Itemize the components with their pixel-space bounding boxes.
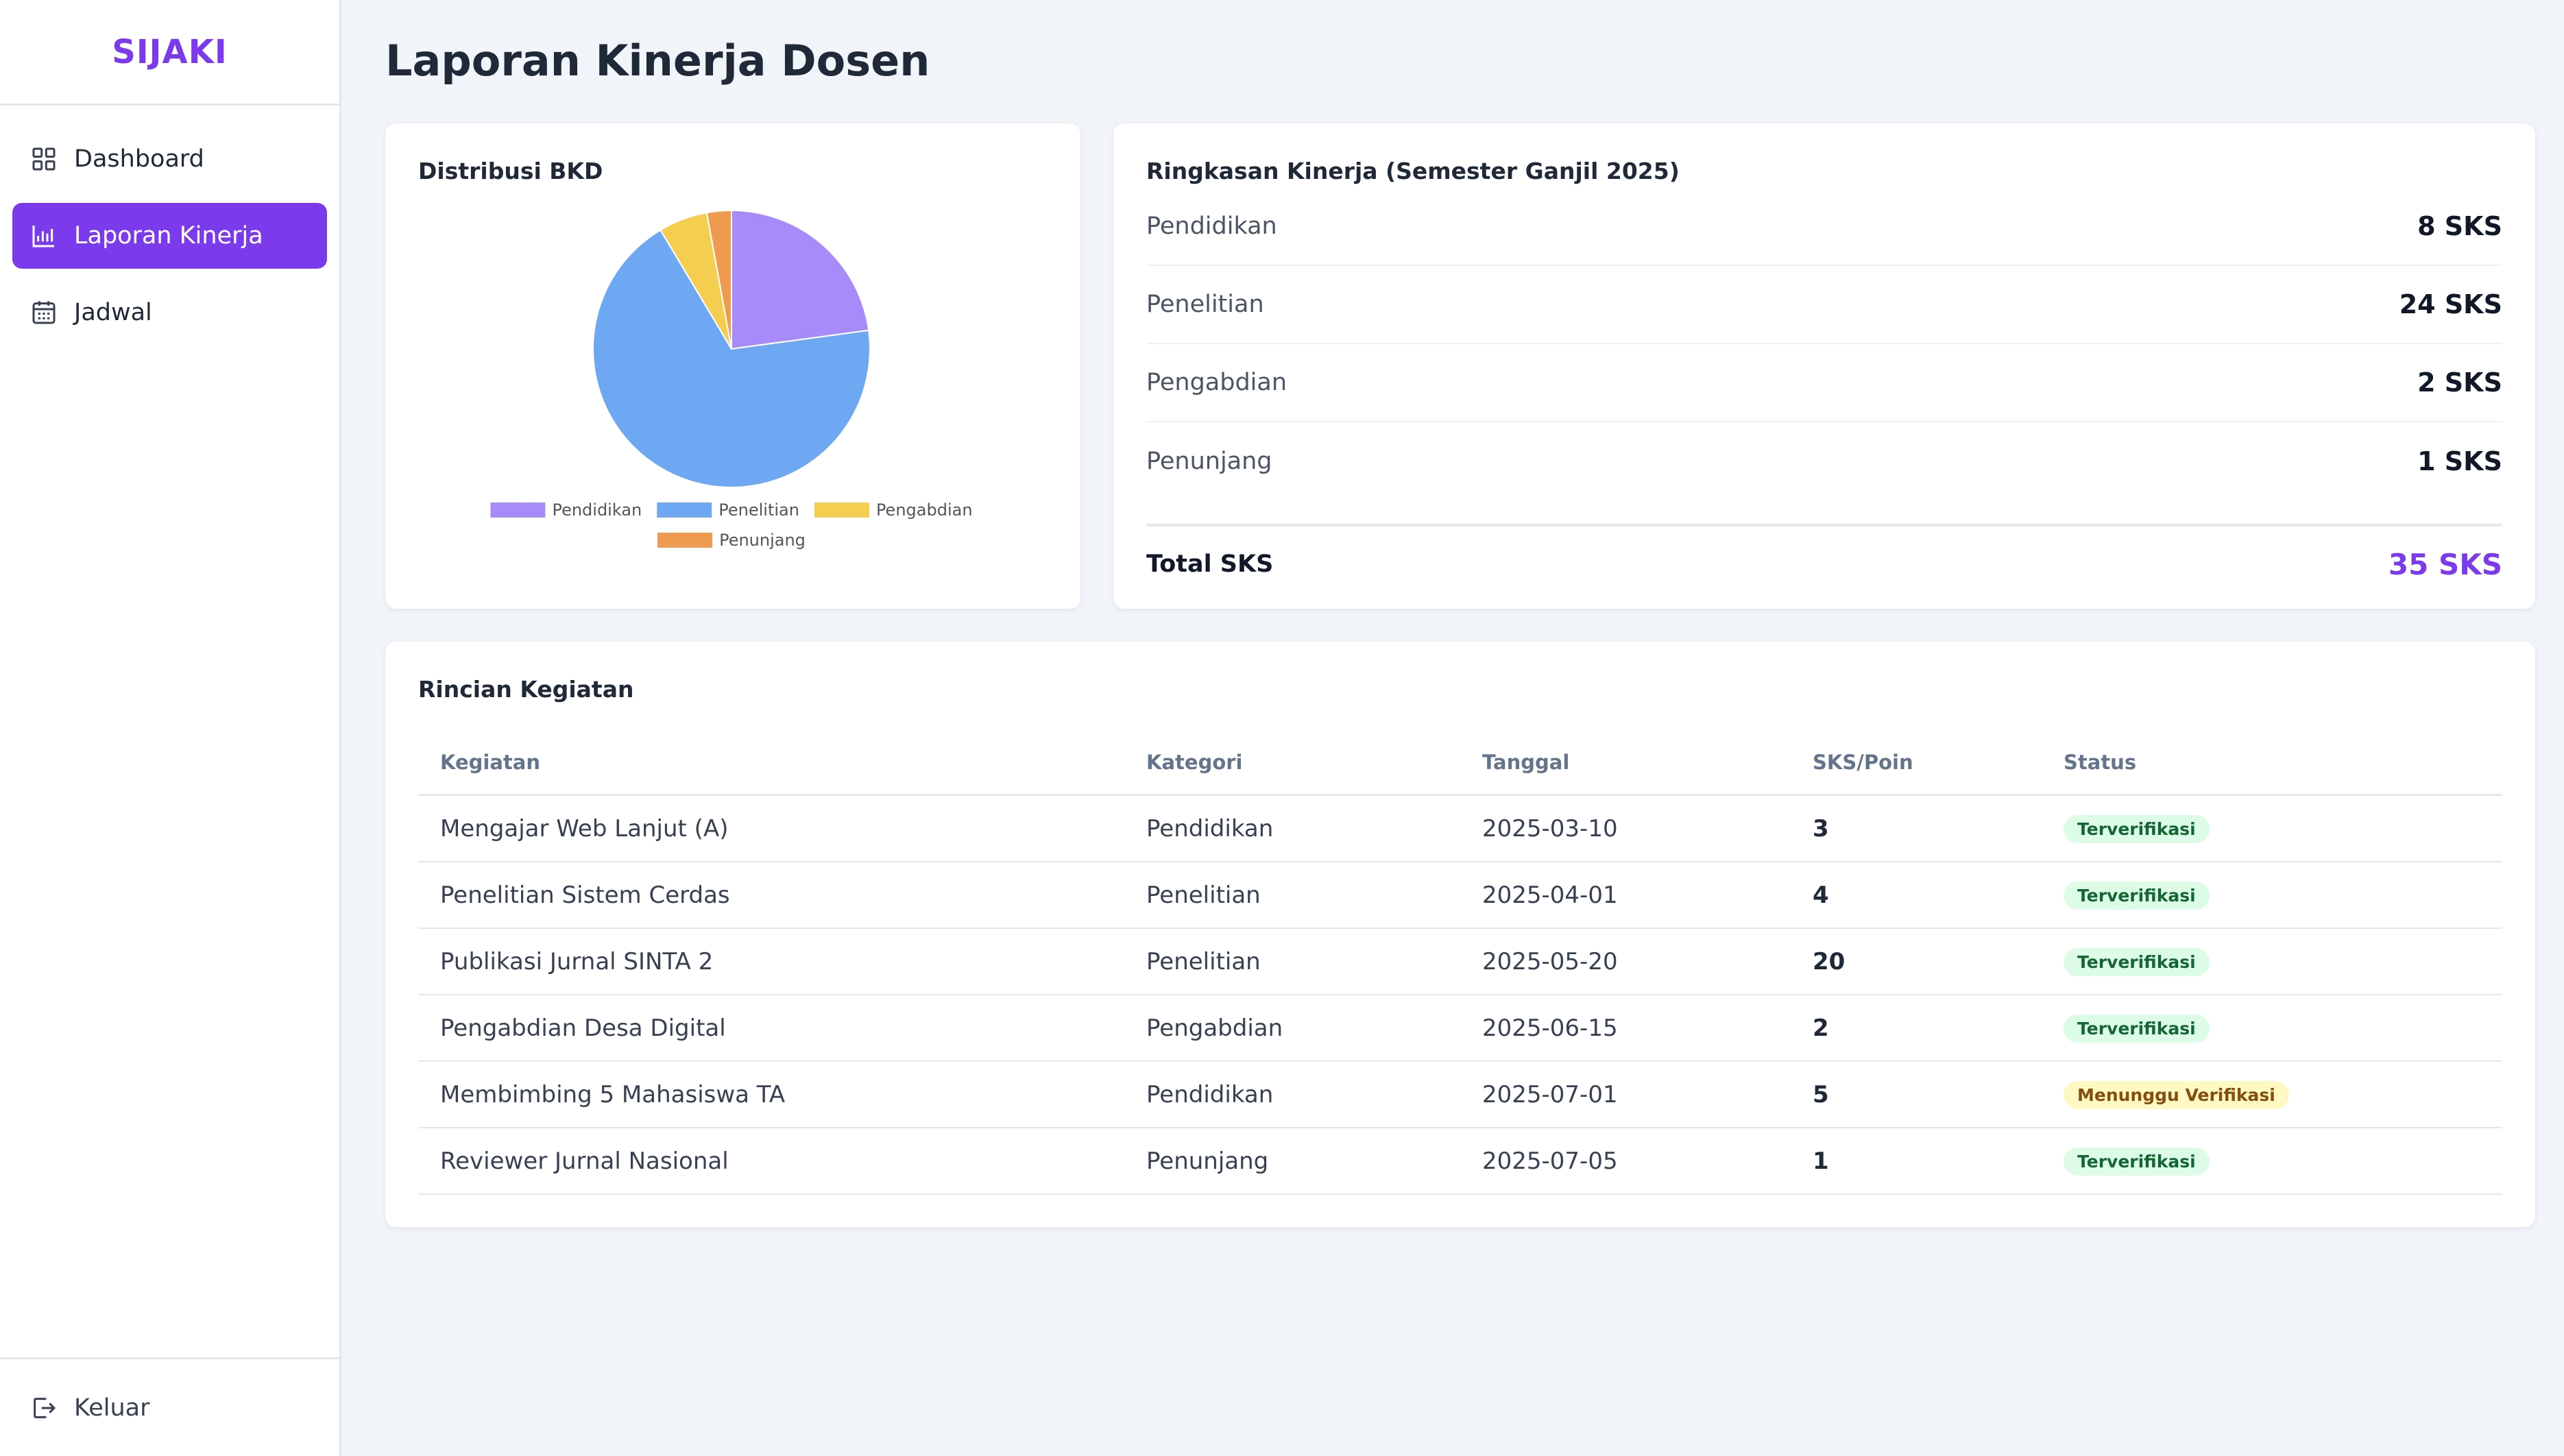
legend-label: Penunjang bbox=[719, 531, 806, 550]
summary-label: Pendidikan bbox=[1146, 213, 1277, 240]
legend-label: Pengabdian bbox=[876, 500, 973, 520]
legend-swatch bbox=[814, 502, 869, 518]
summary-value: 8 SKS bbox=[2417, 211, 2502, 241]
pie-slice-pendidikan[interactable] bbox=[731, 209, 870, 350]
cell-kegiatan: Reviewer Jurnal Nasional bbox=[418, 1128, 1124, 1195]
activity-details-card: Rincian Kegiatan Kegiatan Kategori Tangg… bbox=[385, 642, 2535, 1227]
cell-sks: 5 bbox=[1791, 1061, 2042, 1128]
legend-label: Pendidikan bbox=[552, 500, 642, 520]
cell-sks: 4 bbox=[1791, 862, 2042, 929]
summary-total-row: Total SKS 35 SKS bbox=[1146, 524, 2502, 602]
status-badge: Terverifikasi bbox=[2064, 1148, 2210, 1176]
summary-value: 1 SKS bbox=[2417, 446, 2502, 476]
summary-row-pengabdian: Pengabdian 2 SKS bbox=[1146, 344, 2502, 422]
details-card-title: Rincian Kegiatan bbox=[418, 676, 634, 703]
table-header-row: Kegiatan Kategori Tanggal SKS/Poin Statu… bbox=[418, 731, 2502, 796]
column-header-kategori[interactable]: Kategori bbox=[1124, 731, 1460, 796]
cell-status: Terverifikasi bbox=[2042, 794, 2502, 862]
cell-status: Terverifikasi bbox=[2042, 928, 2502, 995]
column-header-status[interactable]: Status bbox=[2042, 731, 2502, 796]
summary-row-penunjang: Penunjang 1 SKS bbox=[1146, 422, 2502, 500]
cell-tanggal: 2025-06-15 bbox=[1460, 995, 1791, 1062]
summary-label: Pengabdian bbox=[1146, 369, 1287, 396]
sidebar-item-dashboard[interactable]: Dashboard bbox=[12, 126, 327, 192]
cell-kegiatan: Mengajar Web Lanjut (A) bbox=[418, 794, 1124, 862]
pie-chart: Pendidikan Penelitian Pengabdian Penunjang bbox=[490, 209, 973, 550]
logout-button[interactable]: Keluar bbox=[0, 1357, 339, 1456]
logout-icon bbox=[34, 1397, 56, 1418]
column-header-sks[interactable]: SKS/Poin bbox=[1791, 731, 2042, 796]
brand-logo[interactable]: SIJAKI bbox=[0, 0, 339, 106]
sidebar-nav: Dashboard Laporan Kinerja Jadwal bbox=[0, 106, 339, 345]
cell-kategori: Pengabdian bbox=[1124, 995, 1460, 1062]
legend-item-pendidikan[interactable]: Pendidikan bbox=[490, 500, 642, 520]
summary-label: Penunjang bbox=[1146, 448, 1272, 475]
cell-kategori: Penunjang bbox=[1124, 1128, 1460, 1195]
summary-value: 2 SKS bbox=[2417, 367, 2502, 398]
cell-sks: 3 bbox=[1791, 794, 2042, 862]
summary-row-pendidikan: Pendidikan 8 SKS bbox=[1146, 188, 2502, 266]
sidebar-item-label: Dashboard bbox=[74, 145, 204, 173]
cell-kategori: Penelitian bbox=[1124, 928, 1460, 995]
legend-swatch bbox=[657, 502, 712, 518]
status-badge: Terverifikasi bbox=[2064, 815, 2210, 843]
summary-label: Penelitian bbox=[1146, 291, 1264, 318]
cell-kegiatan: Publikasi Jurnal SINTA 2 bbox=[418, 928, 1124, 995]
activity-table: Kegiatan Kategori Tanggal SKS/Poin Statu… bbox=[418, 731, 2502, 1195]
cell-tanggal: 2025-07-01 bbox=[1460, 1061, 1791, 1128]
status-badge: Terverifikasi bbox=[2064, 948, 2210, 976]
cell-kegiatan: Membimbing 5 Mahasiswa TA bbox=[418, 1061, 1124, 1128]
summary-card-title: Ringkasan Kinerja (Semester Ganjil 2025) bbox=[1146, 158, 1680, 184]
legend-swatch bbox=[657, 533, 713, 548]
table-row[interactable]: Membimbing 5 Mahasiswa TA Pendidikan 202… bbox=[418, 1061, 2502, 1128]
cell-status: Terverifikasi bbox=[2042, 862, 2502, 929]
status-badge: Menunggu Verifikasi bbox=[2064, 1081, 2289, 1109]
sidebar: SIJAKI Dashboard Laporan Kinerja Jadwal bbox=[0, 0, 341, 1456]
status-badge: Terverifikasi bbox=[2064, 882, 2210, 910]
column-header-kegiatan[interactable]: Kegiatan bbox=[418, 731, 1124, 796]
cell-kegiatan: Pengabdian Desa Digital bbox=[418, 995, 1124, 1062]
sidebar-item-laporan-kinerja[interactable]: Laporan Kinerja bbox=[12, 203, 327, 269]
summary-total-label: Total SKS bbox=[1146, 550, 1274, 578]
table-row[interactable]: Publikasi Jurnal SINTA 2 Penelitian 2025… bbox=[418, 928, 2502, 995]
cell-sks: 20 bbox=[1791, 928, 2042, 995]
sidebar-item-label: Laporan Kinerja bbox=[74, 222, 263, 250]
logout-label: Keluar bbox=[74, 1394, 150, 1422]
cell-sks: 2 bbox=[1791, 995, 2042, 1062]
table-row[interactable]: Reviewer Jurnal Nasional Penunjang 2025-… bbox=[418, 1128, 2502, 1195]
cell-kegiatan: Penelitian Sistem Cerdas bbox=[418, 862, 1124, 929]
cell-tanggal: 2025-04-01 bbox=[1460, 862, 1791, 929]
legend-item-penelitian[interactable]: Penelitian bbox=[657, 500, 799, 520]
calendar-icon bbox=[32, 301, 56, 324]
cell-status: Menunggu Verifikasi bbox=[2042, 1061, 2502, 1128]
distribution-chart-card: Distribusi BKD Pendidikan Penelitian Penga… bbox=[385, 123, 1080, 609]
cell-kategori: Penelitian bbox=[1124, 862, 1460, 929]
cell-tanggal: 2025-05-20 bbox=[1460, 928, 1791, 995]
cell-status: Terverifikasi bbox=[2042, 995, 2502, 1062]
summary-value: 24 SKS bbox=[2399, 289, 2502, 319]
legend-label: Penelitian bbox=[718, 500, 799, 520]
table-row[interactable]: Mengajar Web Lanjut (A) Pendidikan 2025-… bbox=[418, 794, 2502, 862]
cell-tanggal: 2025-03-10 bbox=[1460, 794, 1791, 862]
cell-kategori: Pendidikan bbox=[1124, 794, 1460, 862]
legend-item-pengabdian[interactable]: Pengabdian bbox=[814, 500, 973, 520]
table-row[interactable]: Pengabdian Desa Digital Pengabdian 2025-… bbox=[418, 995, 2502, 1062]
summary-card: Ringkasan Kinerja (Semester Ganjil 2025)… bbox=[1113, 123, 2535, 609]
cell-tanggal: 2025-07-05 bbox=[1460, 1128, 1791, 1195]
cell-kategori: Pendidikan bbox=[1124, 1061, 1460, 1128]
sidebar-item-jadwal[interactable]: Jadwal bbox=[12, 280, 327, 345]
legend-item-penunjang[interactable]: Penunjang bbox=[657, 531, 806, 550]
page-title: Laporan Kinerja Dosen bbox=[385, 36, 930, 86]
cell-sks: 1 bbox=[1791, 1128, 2042, 1195]
summary-total-value: 35 SKS bbox=[2388, 547, 2502, 581]
grid-icon bbox=[32, 147, 56, 171]
column-header-tanggal[interactable]: Tanggal bbox=[1460, 731, 1791, 796]
summary-row-penelitian: Penelitian 24 SKS bbox=[1146, 266, 2502, 344]
table-row[interactable]: Penelitian Sistem Cerdas Penelitian 2025… bbox=[418, 862, 2502, 929]
bar-chart-icon bbox=[32, 226, 54, 247]
status-badge: Terverifikasi bbox=[2064, 1015, 2210, 1043]
sidebar-item-label: Jadwal bbox=[74, 299, 152, 326]
legend-swatch bbox=[490, 502, 546, 518]
cell-status: Terverifikasi bbox=[2042, 1128, 2502, 1195]
